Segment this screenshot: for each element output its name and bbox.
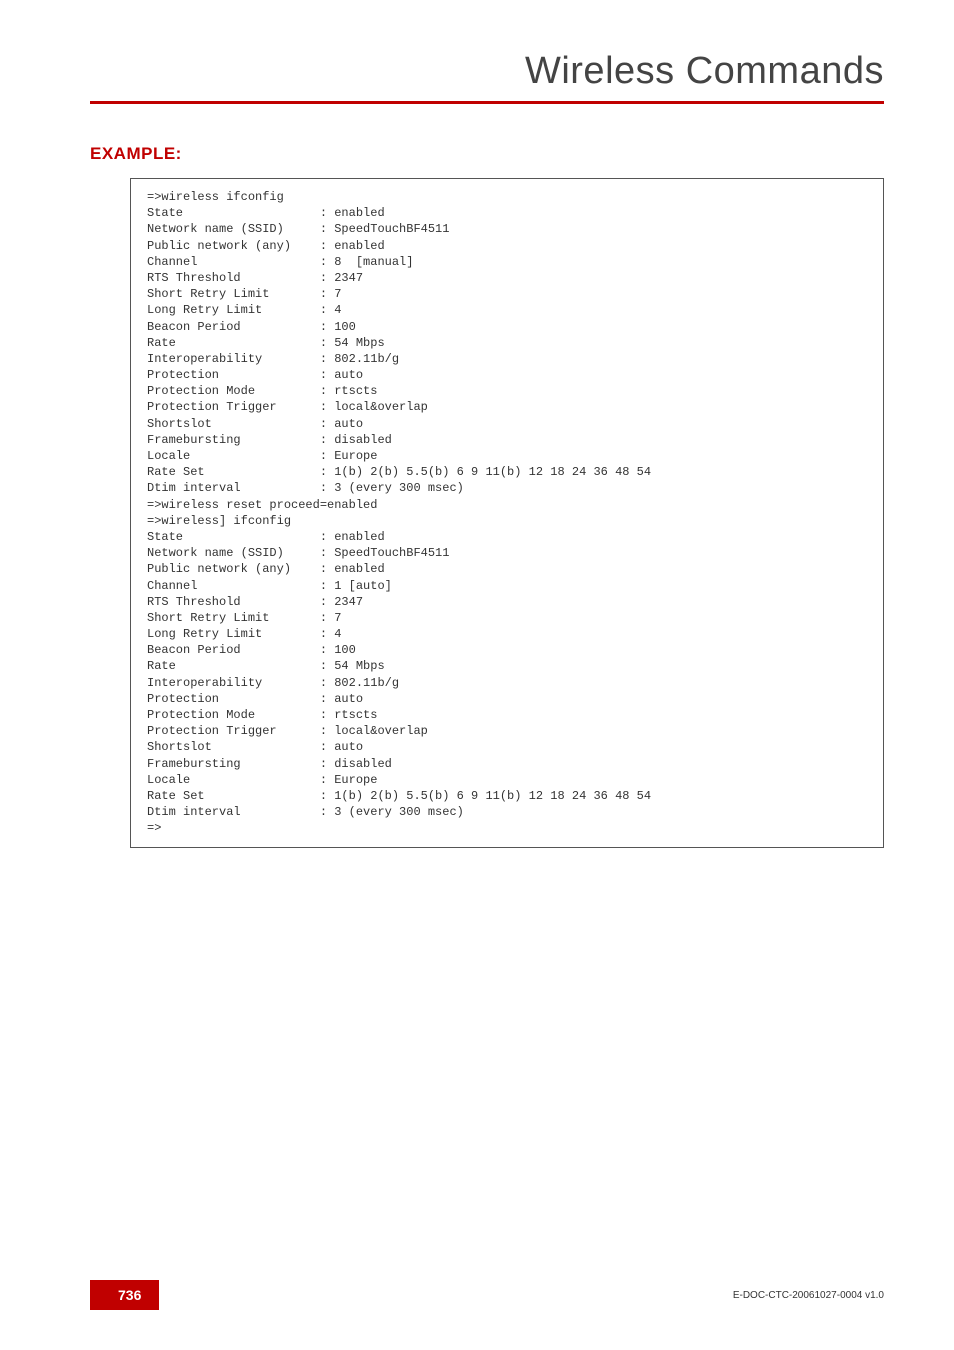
example-heading: EXAMPLE: <box>90 144 894 164</box>
doc-id: E-DOC-CTC-20061027-0004 v1.0 <box>733 1290 884 1301</box>
code-block: =>wireless ifconfig State : enabled Netw… <box>130 178 884 848</box>
page-number-badge: 736 <box>90 1280 159 1310</box>
header-rule <box>90 101 884 104</box>
page-title: Wireless Commands <box>90 50 884 93</box>
footer: 736 E-DOC-CTC-20061027-0004 v1.0 <box>90 1280 884 1310</box>
